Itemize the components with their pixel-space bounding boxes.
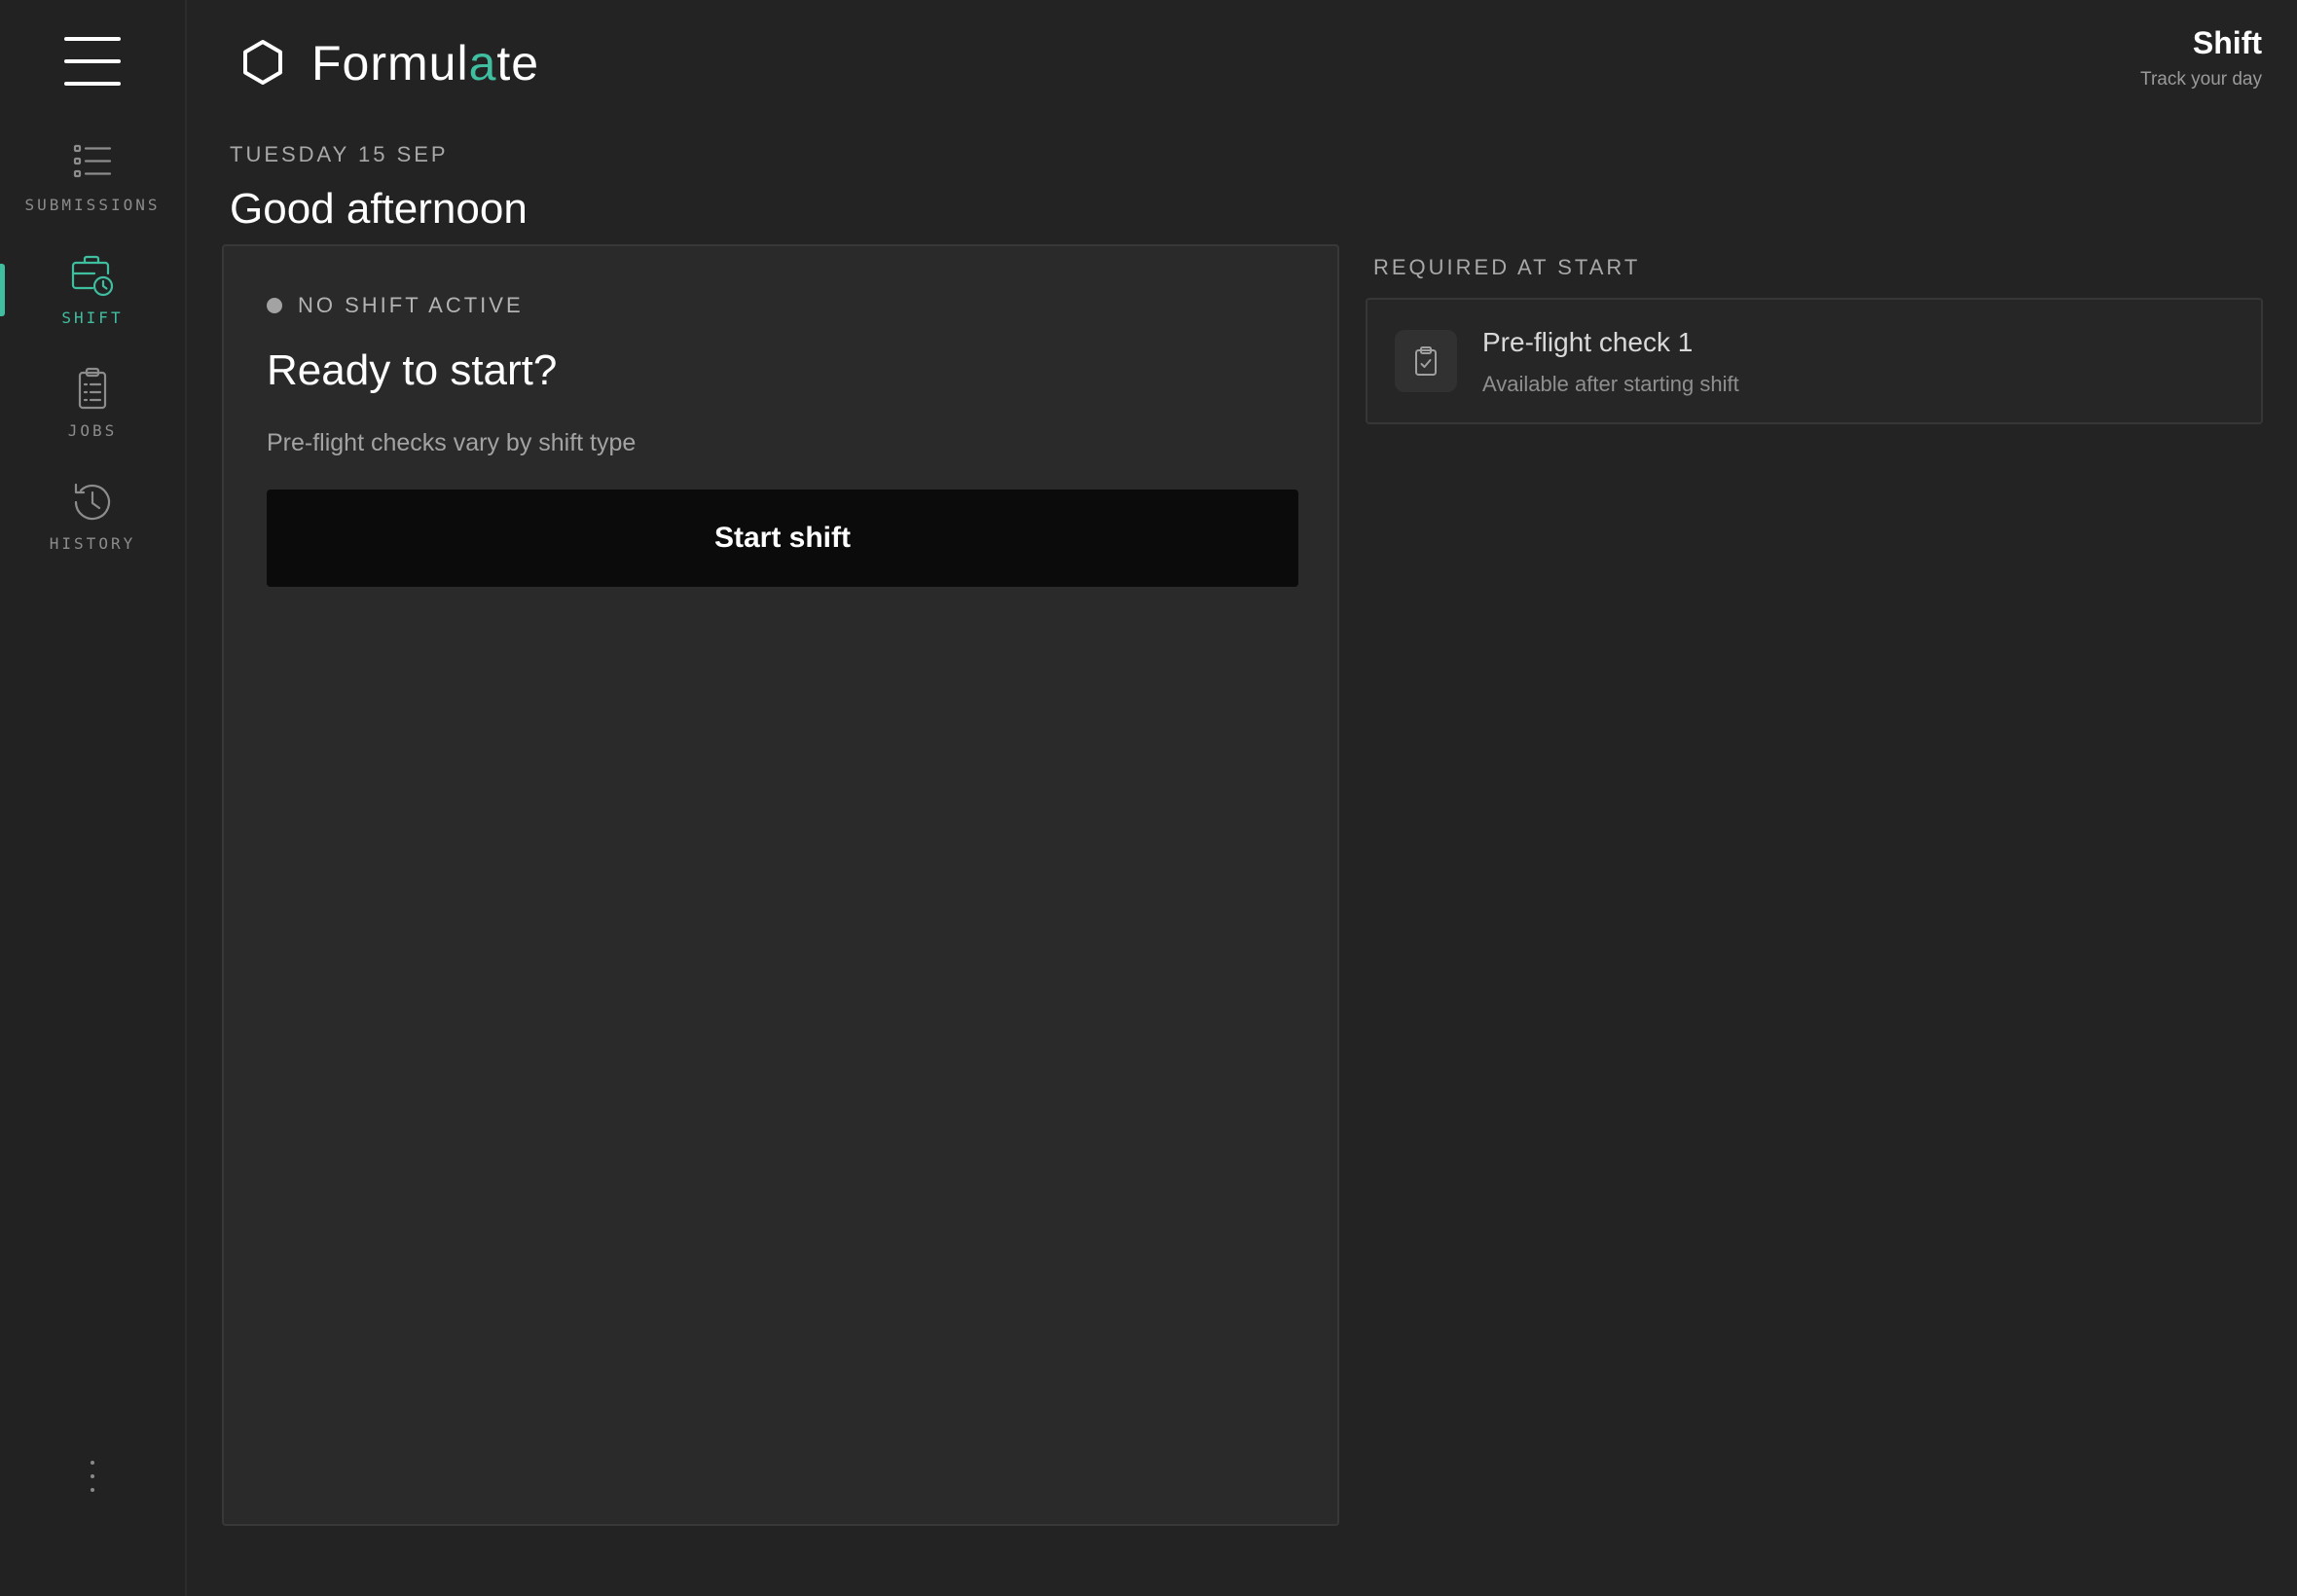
current-date: TUESDAY 15 SEP	[230, 142, 449, 166]
shift-card-title: Ready to start?	[267, 346, 558, 394]
sidebar-item-submissions[interactable]: SUBMISSIONS	[0, 139, 185, 241]
shift-status: NO SHIFT ACTIVE	[267, 293, 524, 318]
required-section-label: REQUIRED AT START	[1373, 255, 1641, 279]
sidebar: SUBMISSIONS SHIFT JOBS HISTORY	[0, 0, 187, 1596]
sidebar-item-label: SHIFT	[61, 308, 124, 327]
shift-card: NO SHIFT ACTIVE Ready to start? Pre-flig…	[222, 244, 1339, 1526]
required-item[interactable]: Pre-flight check 1 Available after start…	[1366, 298, 2263, 424]
sidebar-item-history[interactable]: HISTORY	[0, 478, 185, 580]
brand-name: Formulate	[311, 36, 540, 91]
shift-card-subtitle: Pre-flight checks vary by shift type	[267, 429, 637, 456]
more-options-icon[interactable]	[78, 1455, 107, 1504]
required-item-title: Pre-flight check 1	[1482, 327, 1694, 357]
history-icon	[74, 483, 111, 521]
shift-status-text: NO SHIFT ACTIVE	[298, 293, 524, 317]
page-title: Shift	[2192, 25, 2262, 60]
greeting: Good afternoon	[230, 185, 528, 233]
required-item-subtitle: Available after starting shift	[1482, 372, 1739, 396]
required-item-icon-box	[1395, 330, 1457, 392]
sidebar-item-label: SUBMISSIONS	[24, 196, 161, 214]
page-header: Shift Track your day	[2140, 25, 2262, 91]
start-shift-button[interactable]: Start shift	[267, 490, 1298, 587]
sidebar-item-jobs[interactable]: JOBS	[0, 365, 185, 467]
sidebar-item-shift[interactable]: SHIFT	[0, 252, 185, 354]
list-icon	[73, 144, 112, 178]
sidebar-item-label: JOBS	[67, 421, 118, 440]
hexagon-logo-icon	[243, 40, 282, 85]
clipboard-list-icon	[78, 367, 107, 410]
page-subtitle: Track your day	[2140, 69, 2262, 90]
hamburger-menu-icon[interactable]	[64, 37, 123, 88]
sidebar-item-label: HISTORY	[49, 534, 136, 553]
status-dot	[267, 298, 282, 313]
briefcase-clock-icon	[71, 255, 114, 297]
clipboard-check-icon	[1415, 346, 1437, 376]
